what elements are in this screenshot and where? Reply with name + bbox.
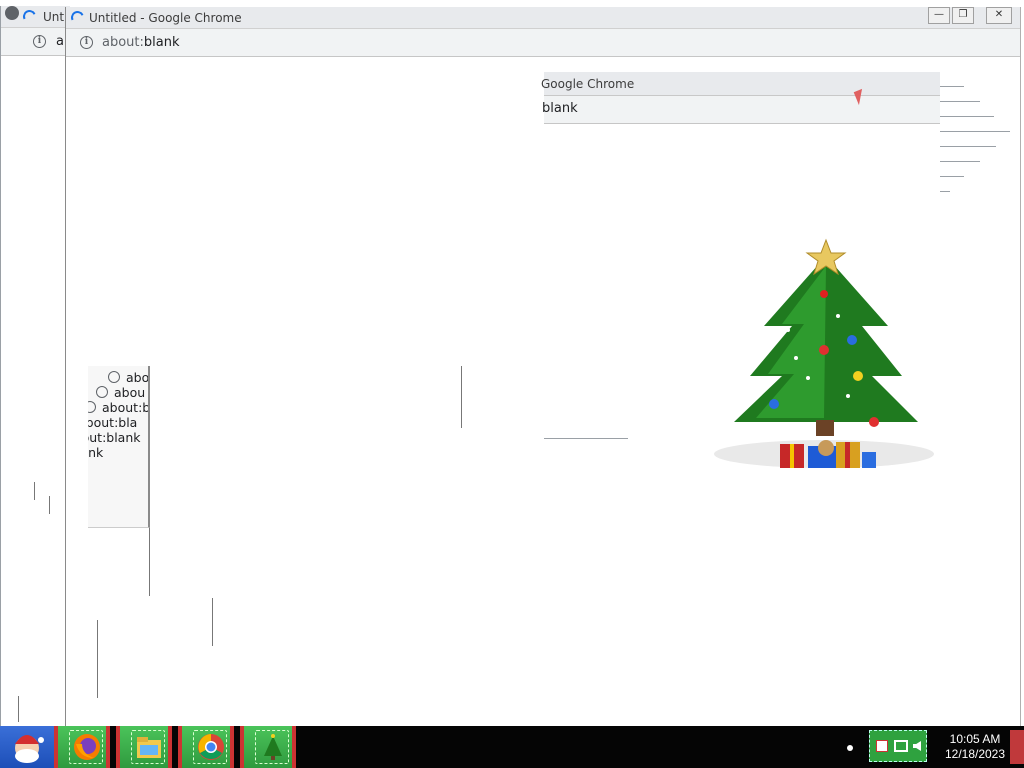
taskbar-clock[interactable]: 10:05 AM 12/18/2023 <box>940 732 1010 762</box>
ghost-url-text: abou <box>114 385 146 400</box>
loading-spinner-icon <box>21 8 38 25</box>
flag-icon[interactable] <box>876 740 888 752</box>
redraw-line <box>34 482 35 500</box>
ghost-url-row: abou <box>108 370 150 385</box>
address-bar[interactable]: i about:blank <box>66 29 1020 57</box>
redraw-streak <box>940 86 964 87</box>
url-path: blank <box>143 35 180 50</box>
clock-time: 10:05 AM <box>949 732 1001 746</box>
background-chrome-window[interactable]: Unti i a <box>0 6 70 726</box>
ghost-url-row: abou <box>96 385 145 400</box>
info-icon <box>96 386 108 398</box>
redraw-streak <box>940 116 994 117</box>
restore-button[interactable]: ❐ <box>952 7 974 24</box>
ghost-window-fragment: Google Chrome blank <box>541 72 940 124</box>
redraw-streak <box>940 176 964 177</box>
redraw-streak <box>940 131 1010 132</box>
ghost-title: Google Chrome <box>541 77 635 91</box>
ghost-url-row: about:blank <box>88 430 141 445</box>
redraw-line <box>97 620 98 698</box>
ghost-url: blank <box>542 101 578 116</box>
main-window-titlebar[interactable]: Untitled - Google Chrome — ❐ ✕ <box>66 7 1020 29</box>
ghost-url-text: about:blank <box>88 430 141 445</box>
info-icon[interactable]: i <box>80 36 93 49</box>
start-button[interactable] <box>0 726 54 768</box>
taskbar-christmas-tree-button[interactable] <box>240 726 296 768</box>
notification-dot <box>847 745 853 751</box>
url-text[interactable]: about:blank <box>102 35 180 50</box>
redraw-streak <box>544 438 628 439</box>
system-tray[interactable] <box>869 730 927 762</box>
ghost-url-text: about:bla <box>88 415 138 430</box>
taskbar-file-explorer-button[interactable] <box>116 726 172 768</box>
network-icon[interactable] <box>894 740 908 752</box>
ghost-url-text: ut:blank <box>88 445 104 460</box>
redraw-line <box>461 366 462 428</box>
redraw-streak <box>940 161 980 162</box>
taskbar: 10:05 AM 12/18/2023 <box>0 726 1024 768</box>
redraw-streak <box>940 191 950 192</box>
taskbar-firefox-button[interactable] <box>54 726 110 768</box>
christmas-tree-icon[interactable] <box>704 236 934 476</box>
main-window-title: Untitled - Google Chrome <box>89 11 242 25</box>
url-scheme: about: <box>102 35 144 50</box>
redraw-line <box>212 598 213 646</box>
ghost-url-row: ut:blank <box>88 445 103 460</box>
file-explorer-icon <box>137 737 161 758</box>
close-button[interactable]: ✕ <box>986 7 1012 24</box>
redraw-line <box>49 496 50 514</box>
show-desktop-button[interactable] <box>1010 730 1024 764</box>
ghost-url-text: about:b <box>102 400 150 415</box>
background-url-text: a <box>56 34 64 49</box>
minimize-button[interactable]: — <box>928 7 950 24</box>
christmas-tree-icon <box>264 734 282 760</box>
ghost-url-text: abou <box>126 370 150 385</box>
ghost-url-stack: abouabouabout:babout:blaabout:blankut:bl… <box>88 366 150 528</box>
santa-icon <box>15 735 44 763</box>
ghost-url-row: about:bla <box>88 415 137 430</box>
info-icon <box>108 371 120 383</box>
loading-spinner-icon <box>69 9 86 26</box>
redraw-streak <box>940 146 996 147</box>
redraw-streak <box>940 101 980 102</box>
taskbar-chrome-button[interactable] <box>178 726 234 768</box>
firefox-icon <box>74 734 100 760</box>
redraw-line <box>18 696 19 722</box>
background-window-title: Unti <box>43 10 68 24</box>
redraw-line <box>149 526 150 596</box>
clock-date: 12/18/2023 <box>944 747 1006 761</box>
chrome-app-icon <box>5 6 19 20</box>
info-icon: i <box>33 35 46 48</box>
background-address-bar[interactable]: i a <box>1 28 70 56</box>
volume-icon[interactable] <box>913 741 921 751</box>
ghost-url-row: about:b <box>88 400 150 415</box>
chrome-icon <box>198 734 224 760</box>
info-icon <box>88 401 96 413</box>
ghost-address-bar <box>544 96 940 124</box>
